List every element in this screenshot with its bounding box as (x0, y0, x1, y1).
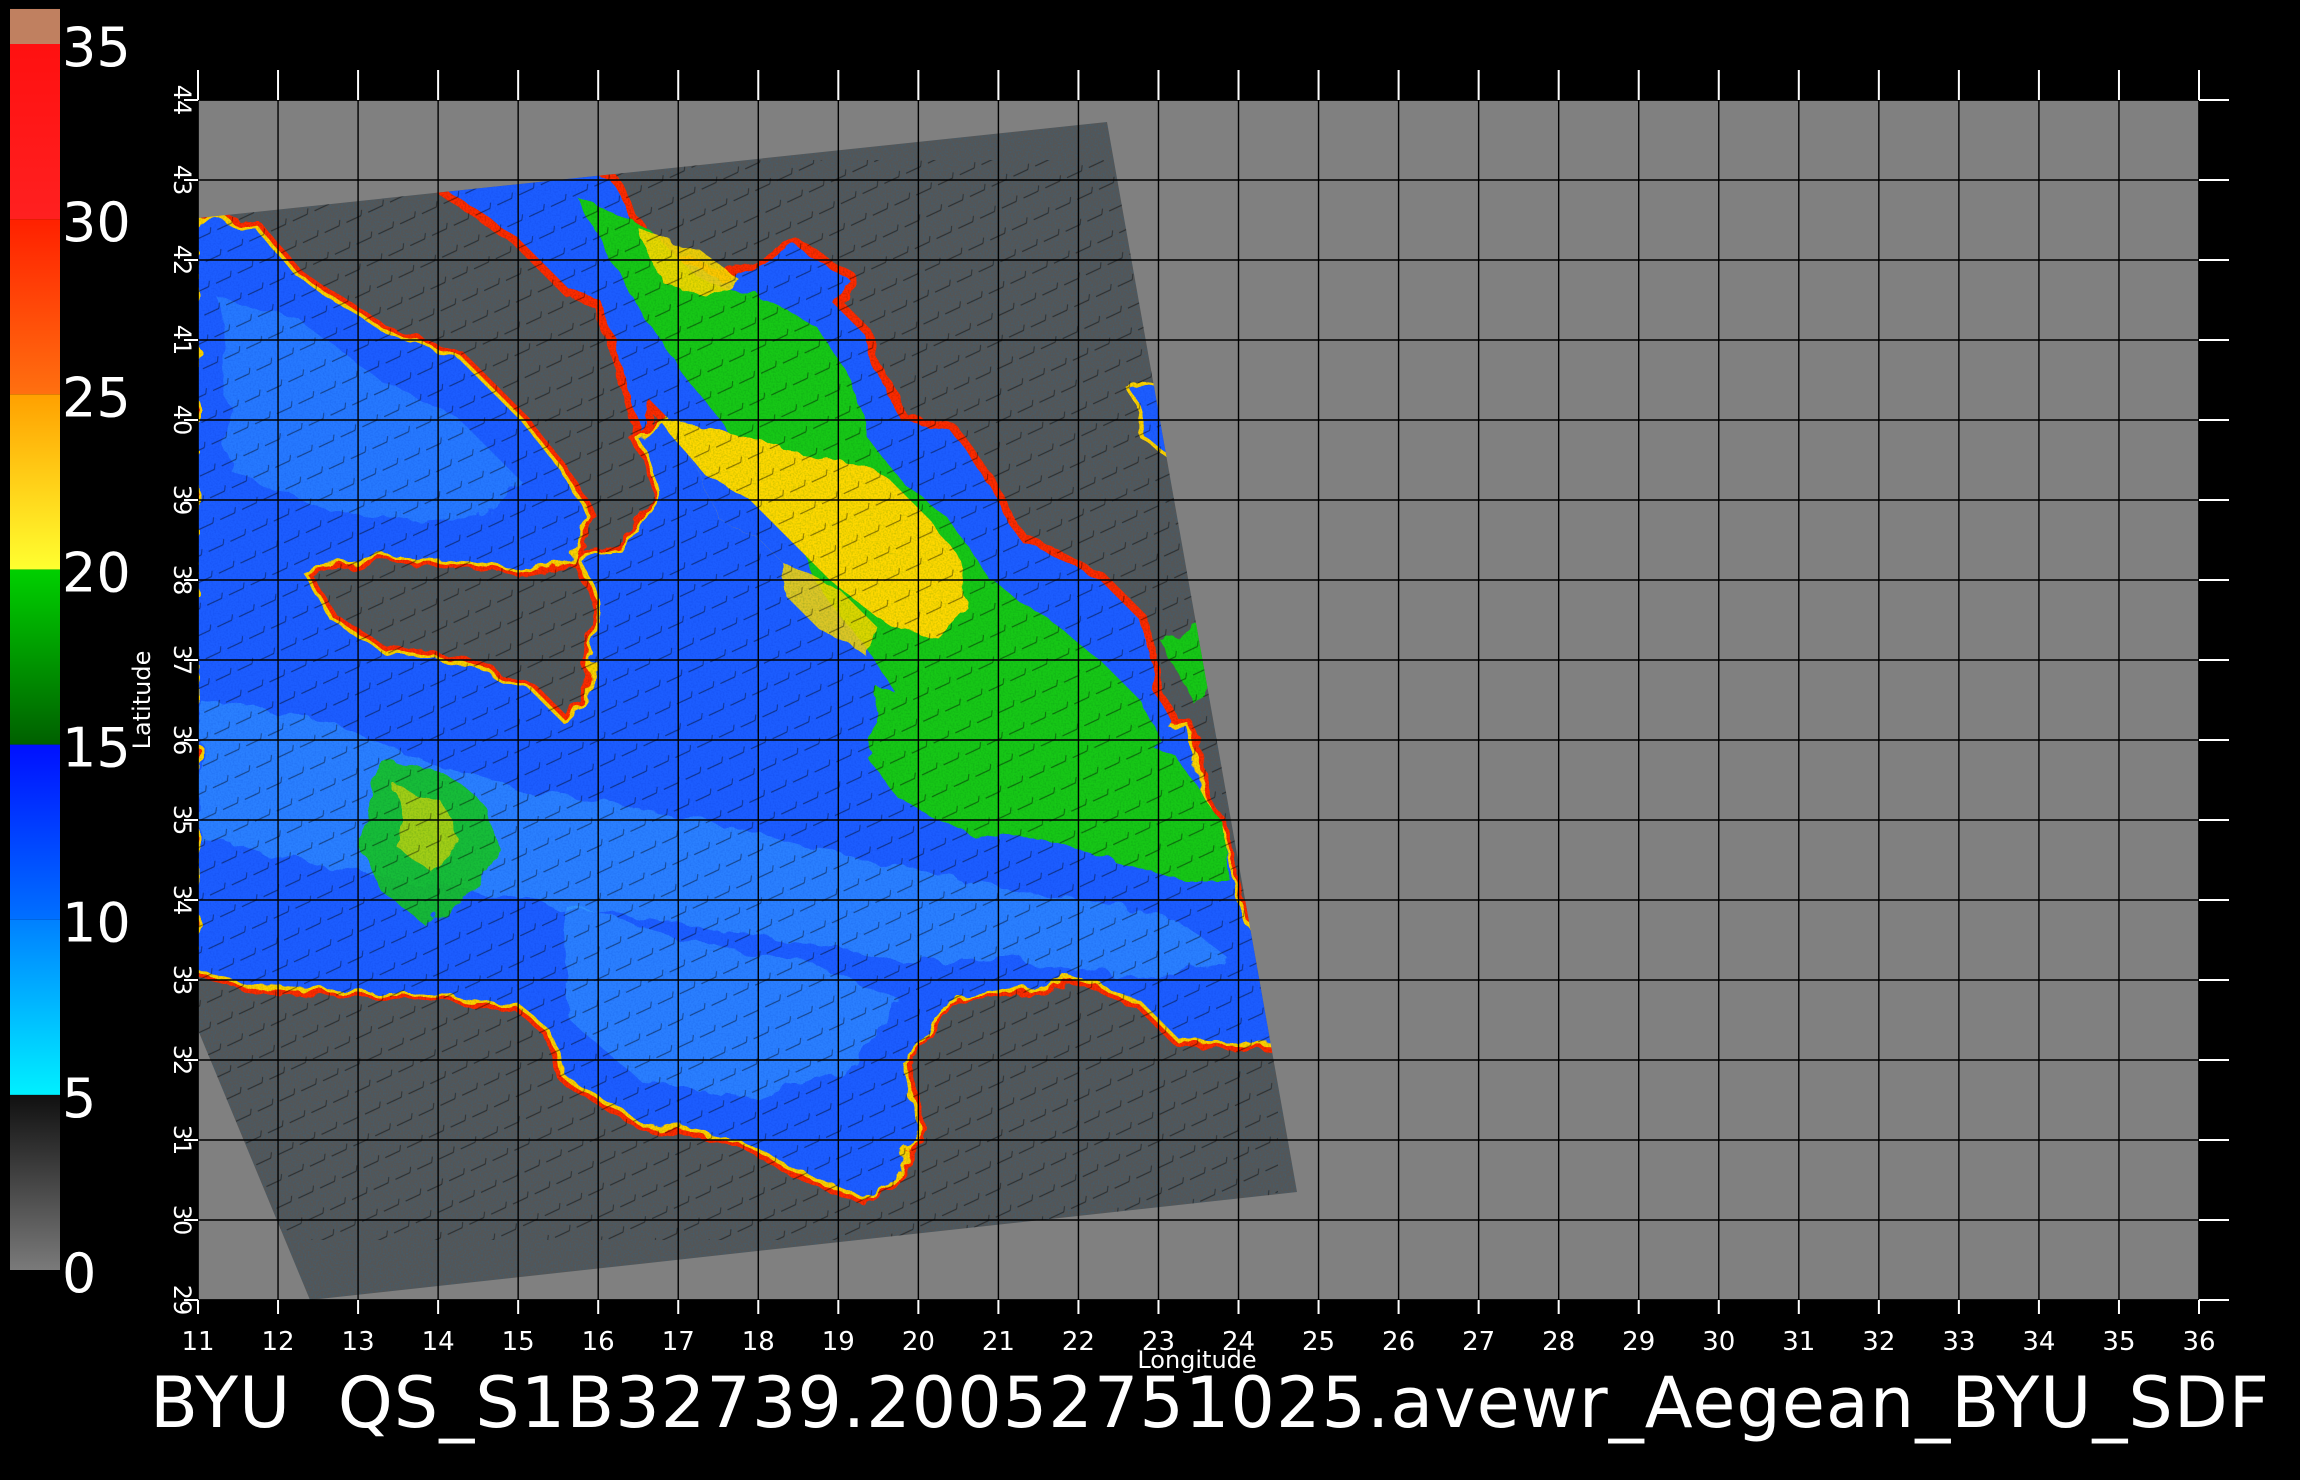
colorbar-band (10, 1094, 60, 1270)
y-tick-label: 29 (168, 1285, 196, 1316)
colorbar: 0 5 10 15 20 25 30 35 (10, 8, 131, 1305)
x-tick-label: 25 (1302, 1327, 1335, 1357)
colorbar-band (10, 569, 60, 745)
colorbar-band (10, 219, 60, 395)
y-tick-label: 34 (168, 885, 196, 916)
y-tick-label: 35 (168, 805, 196, 836)
x-tick-label: 13 (342, 1327, 375, 1357)
colorbar-tick-label: 35 (62, 16, 131, 79)
y-axis-label: Latitude (128, 651, 156, 750)
colorbar-tick-label: 5 (62, 1067, 96, 1130)
x-tick-label: 33 (1942, 1327, 1975, 1357)
x-tick-label: 19 (822, 1327, 855, 1357)
y-tick-label: 37 (168, 645, 196, 676)
colorbar-tick-label: 20 (62, 541, 131, 604)
x-tick-label: 12 (261, 1327, 294, 1357)
y-tick-label: 42 (168, 245, 196, 276)
x-tick-label: 30 (1702, 1327, 1735, 1357)
colorbar-band (10, 44, 60, 220)
x-tick-label: 31 (1782, 1327, 1815, 1357)
y-tick-label: 32 (168, 1045, 196, 1076)
y-tick-label: 30 (168, 1205, 196, 1236)
colorbar-tick-label: 25 (62, 366, 131, 429)
x-tick-label: 35 (2102, 1327, 2135, 1357)
x-tick-label: 28 (1542, 1327, 1575, 1357)
x-tick-label: 26 (1382, 1327, 1415, 1357)
colorbar-band (10, 394, 60, 570)
x-tick-label: 15 (502, 1327, 535, 1357)
colorbar-tick-label: 15 (62, 717, 131, 780)
y-tick-label: 31 (168, 1125, 196, 1156)
x-tick-label: 14 (422, 1327, 455, 1357)
x-tick-label: 36 (2182, 1327, 2215, 1357)
colorbar-tick-label: 30 (62, 191, 131, 254)
y-tick-label: 36 (168, 725, 196, 756)
y-tick-label: 39 (168, 485, 196, 516)
x-tick-label: 34 (2022, 1327, 2055, 1357)
x-tick-label: 22 (1062, 1327, 1095, 1357)
colorbar-band (10, 744, 60, 920)
x-tick-label: 18 (742, 1327, 775, 1357)
x-tick-label: 32 (1862, 1327, 1895, 1357)
wind-field (198, 122, 1297, 1300)
image-caption: BYU QS_S1B32739.20052751025.avewr_Aegean… (150, 1362, 2270, 1444)
colorbar-band (10, 919, 60, 1095)
x-tick-label: 16 (582, 1327, 615, 1357)
y-tick-label: 44 (168, 85, 196, 116)
x-tick-label: 29 (1622, 1327, 1655, 1357)
y-tick-label: 38 (168, 565, 196, 596)
y-tick-label: 41 (168, 325, 196, 356)
x-tick-label: 21 (982, 1327, 1015, 1357)
y-tick-label: 33 (168, 965, 196, 996)
x-tick-label: 11 (181, 1327, 214, 1357)
x-tick-label: 17 (662, 1327, 695, 1357)
wind-map-figure: 0 5 10 15 20 25 30 35 11 12 13 14 15 16 17 18 1… (10, 8, 2229, 1374)
colorbar-tick-label: 0 (62, 1242, 96, 1305)
x-tick-label: 27 (1462, 1327, 1495, 1357)
y-tick-label: 40 (168, 405, 196, 436)
x-tick-label: 20 (902, 1327, 935, 1357)
y-tick-label: 43 (168, 165, 196, 196)
colorbar-band (10, 8, 60, 45)
colorbar-tick-label: 10 (62, 892, 131, 955)
